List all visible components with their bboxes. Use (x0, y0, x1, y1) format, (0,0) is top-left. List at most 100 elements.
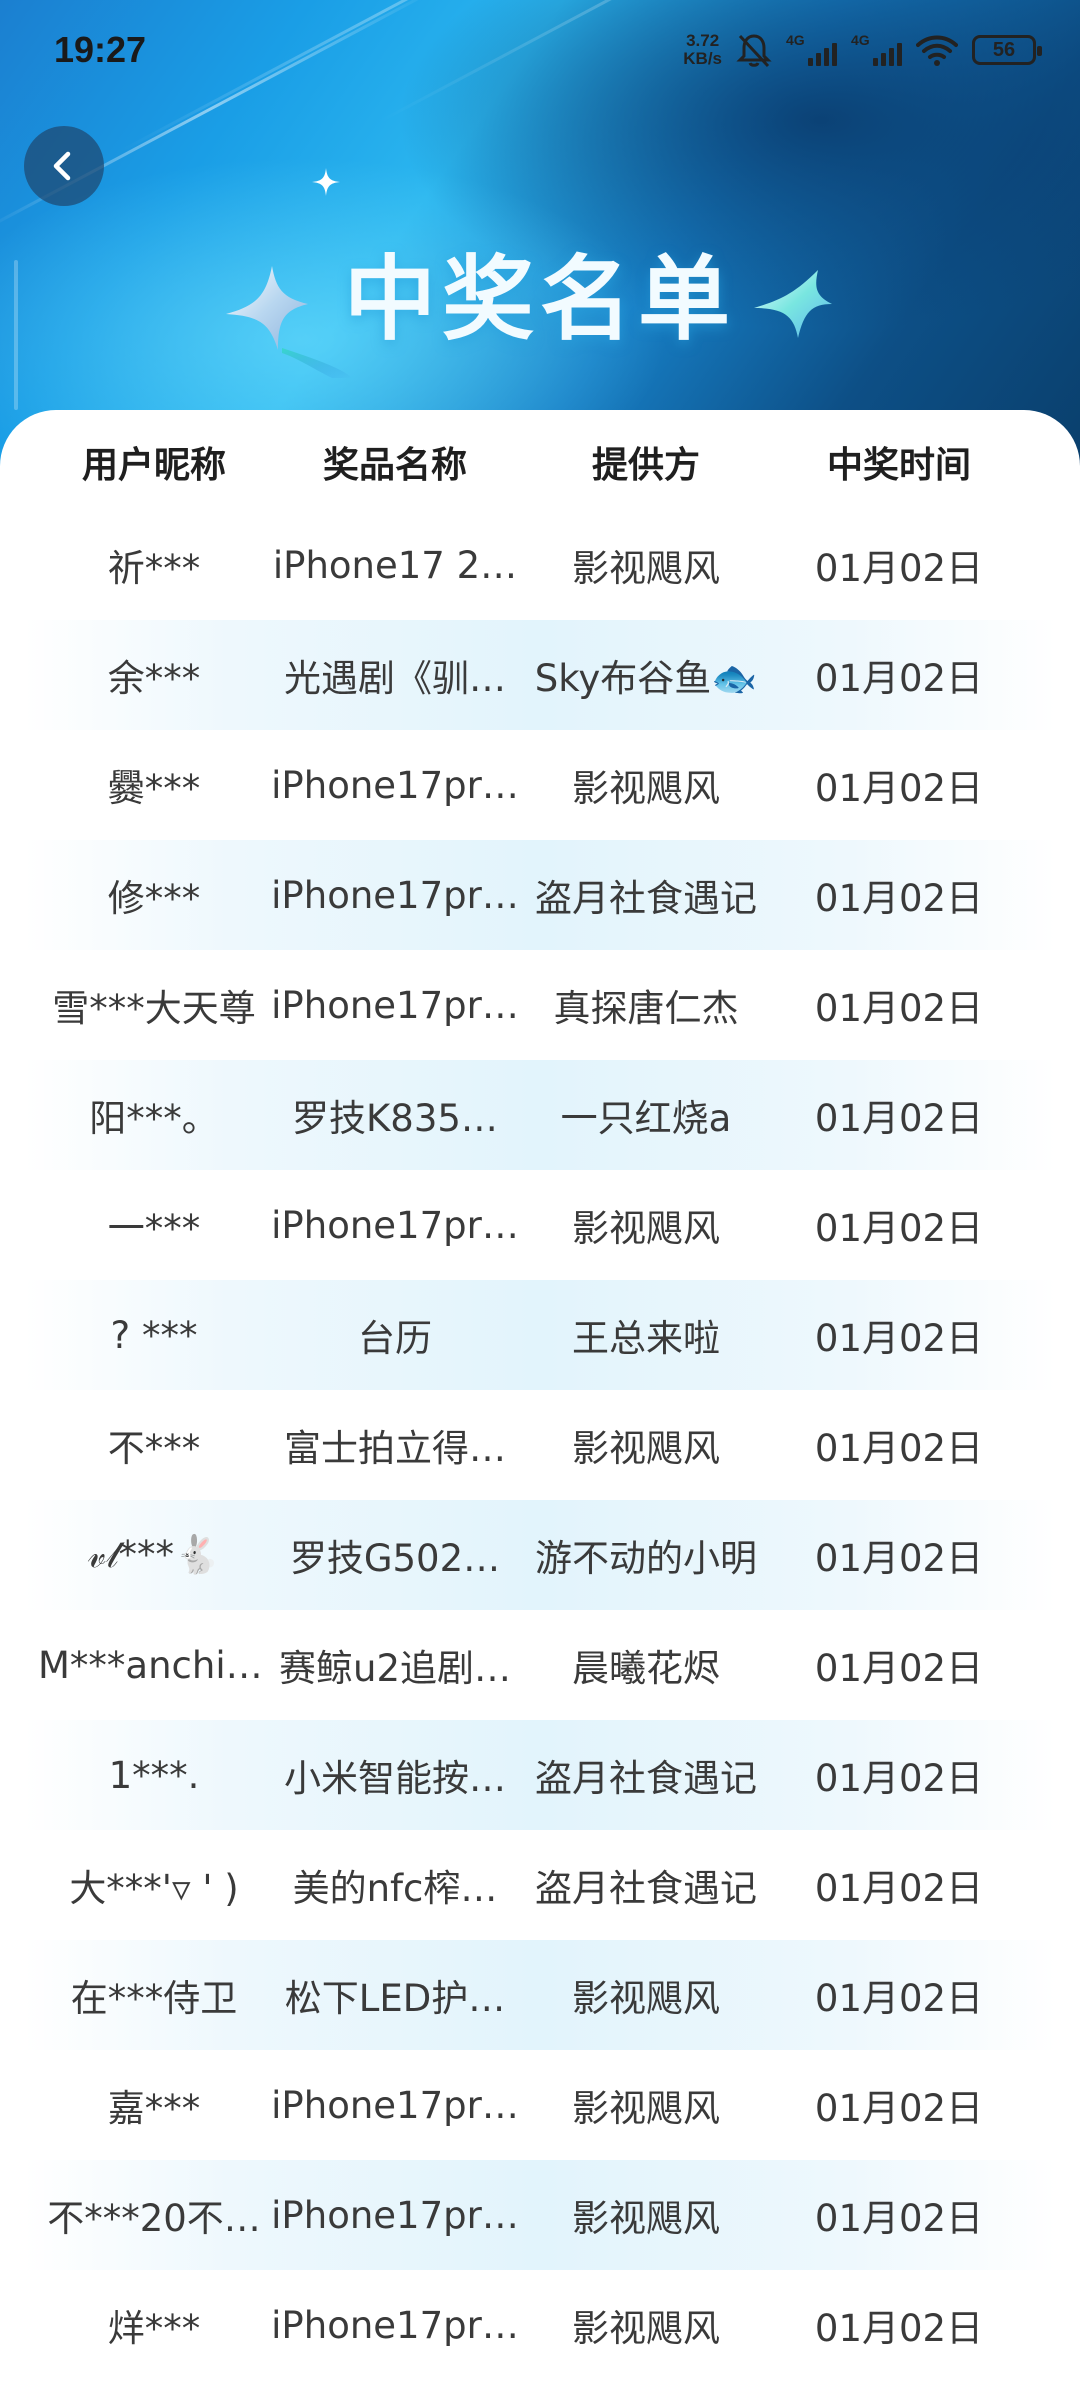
cell-provider: 一只红烧a (560, 1097, 732, 1140)
status-bar: 19:27 3.72 KB/s 4G 4G 56 (0, 0, 1080, 100)
cell-nickname: ? *** (110, 1313, 198, 1357)
table-row: 祈*** iPhone17 2… 影视飓风 01月02日 (24, 510, 1056, 620)
cell-nickname: 𝓋𝓁***🐇 (87, 1533, 221, 1576)
cell-provider: 影视飓风 (572, 2307, 720, 2350)
cell-time: 01月02日 (814, 1537, 984, 1580)
cell-provider: Sky布谷鱼🐟 (534, 657, 758, 700)
winners-table[interactable]: 祈*** iPhone17 2… 影视飓风 01月02日 余*** 光遇剧《驯…… (0, 510, 1080, 2380)
table-row: 阳***。 罗技K835… 一只红烧a 01月02日 (24, 1060, 1056, 1170)
column-header-nickname: 用户昵称 (81, 445, 226, 486)
table-row: 爨*** iPhone17pr… 影视飓风 01月02日 (24, 730, 1056, 840)
cell-prize: iPhone17pr… (271, 2303, 519, 2347)
cell-time: 01月02日 (814, 1757, 984, 1800)
network-speed: 3.72 KB/s (683, 32, 722, 68)
cell-nickname: 一*** (107, 1207, 201, 1250)
cell-prize: 美的nfc榨… (292, 1867, 498, 1910)
table-row: 一*** iPhone17pr… 影视飓风 01月02日 (24, 1170, 1056, 1280)
cell-time: 01月02日 (814, 2307, 984, 2350)
table-row: 1***. 小米智能按… 盗月社食遇记 01月02日 (24, 1720, 1056, 1830)
cell-time: 01月02日 (814, 2197, 984, 2240)
cell-provider: 晨曦花烬 (572, 1647, 720, 1690)
signal-type-label: 4G (851, 32, 870, 48)
cell-prize: iPhone17pr… (271, 2083, 519, 2127)
cell-time: 01月02日 (814, 1427, 984, 1470)
network-speed-unit: KB/s (683, 49, 722, 68)
cell-provider: 盗月社食遇记 (535, 877, 757, 920)
table-row: 𝓋𝓁***🐇 罗技G502… 游不动的小明 01月02日 (24, 1500, 1056, 1610)
column-header-provider: 提供方 (591, 445, 700, 486)
cell-time: 01月02日 (814, 1207, 984, 1250)
table-row: 大***'▿ ' ) 美的nfc榨… 盗月社食遇记 01月02日 (24, 1830, 1056, 1940)
signal-type-label: 4G (786, 32, 805, 48)
cell-provider: 影视飓风 (572, 547, 720, 590)
cell-prize: iPhone17 2… (272, 543, 518, 587)
cell-prize: iPhone17pr… (271, 2193, 519, 2237)
table-row: ? *** 台历 王总来啦 01月02日 (24, 1280, 1056, 1390)
cell-prize: iPhone17pr… (271, 763, 519, 807)
status-icons: 3.72 KB/s 4G 4G 56 (683, 32, 1042, 68)
cell-nickname: 烊*** (107, 2307, 201, 2350)
cell-time: 01月02日 (814, 1867, 984, 1910)
table-row: 修*** iPhone17pr… 盗月社食遇记 01月02日 (24, 840, 1056, 950)
table-row: 在***侍卫 松下LED护… 影视飓风 01月02日 (24, 1940, 1056, 2050)
signal-strength-icon: 4G (851, 32, 902, 66)
clock: 19:27 (54, 29, 147, 70)
cell-nickname: 阳***。 (89, 1097, 219, 1140)
cell-time: 01月02日 (814, 1647, 984, 1690)
cell-provider: 影视飓风 (572, 2197, 720, 2240)
cell-prize: iPhone17pr… (271, 1203, 519, 1247)
cell-prize: 富士拍立得… (284, 1427, 506, 1470)
table-row: 嘉*** iPhone17pr… 影视飓风 01月02日 (24, 2050, 1056, 2160)
battery-indicator: 56 (972, 35, 1042, 65)
cell-nickname: 1***. (108, 1753, 200, 1797)
column-header-prize: 奖品名称 (322, 445, 467, 486)
table-row: 不***20不… iPhone17pr… 影视飓风 01月02日 (24, 2160, 1056, 2270)
sparkle-star-icon (312, 168, 340, 196)
cell-time: 01月02日 (814, 657, 984, 700)
cell-nickname: 祈*** (107, 547, 201, 590)
cell-nickname: 修*** (107, 877, 201, 920)
back-button[interactable] (24, 126, 104, 206)
cell-time: 01月02日 (814, 767, 984, 810)
cell-provider: 影视飓风 (572, 1977, 720, 2020)
cell-provider: 盗月社食遇记 (535, 1867, 757, 1910)
chevron-left-icon (53, 151, 71, 181)
cell-prize: 赛鲸u2追剧… (279, 1647, 511, 1690)
cell-time: 01月02日 (814, 1317, 984, 1360)
table-row: M***anchiᵉ… 赛鲸u2追剧… 晨曦花烬 01月02日 (24, 1610, 1056, 1720)
cell-provider: 游不动的小明 (535, 1537, 757, 1580)
cell-nickname: 嘉*** (107, 2087, 201, 2130)
cell-time: 01月02日 (814, 1977, 984, 2020)
table-row: 不*** 富士拍立得… 影视飓风 01月02日 (24, 1390, 1056, 1500)
network-speed-value: 3.72 (686, 31, 720, 50)
cell-prize: iPhone17pr… (271, 983, 519, 1027)
cell-provider: 王总来啦 (572, 1317, 720, 1360)
cell-nickname: 不*** (107, 1427, 201, 1470)
cell-time: 01月02日 (814, 547, 984, 590)
cell-nickname: 大***'▿ ' ) (69, 1867, 239, 1910)
signal-strength-icon: 4G (786, 32, 837, 66)
cell-time: 01月02日 (814, 2087, 984, 2130)
cell-nickname: 雪***大天尊 (52, 987, 256, 1030)
cell-prize: 罗技G502… (289, 1537, 501, 1580)
cell-nickname: 爨*** (107, 767, 201, 810)
table-row: 余*** 光遇剧《驯… Sky布谷鱼🐟 01月02日 (24, 620, 1056, 730)
cell-provider: 影视飓风 (572, 2087, 720, 2130)
winners-list-card: 用户昵称 奖品名称 提供方 中奖时间 祈*** iPhone17 2… 影视飓风… (0, 410, 1080, 2400)
screen: 中奖名单 19:27 3.72 KB/s 4G 4G 56 用户昵称 奖品名称 … (0, 0, 1080, 2400)
cell-nickname: M***anchiᵉ… (38, 1643, 270, 1687)
cell-time: 01月02日 (814, 877, 984, 920)
cell-prize: 松下LED护… (284, 1977, 506, 2020)
cell-time: 01月02日 (814, 987, 984, 1030)
cell-provider: 盗月社食遇记 (535, 1757, 757, 1800)
column-header-time: 中奖时间 (826, 445, 971, 486)
wifi-icon (916, 35, 958, 66)
cell-nickname: 余*** (107, 657, 201, 700)
page-title: 中奖名单 (343, 246, 736, 353)
cell-nickname: 在***侍卫 (70, 1977, 238, 2020)
table-row: 雪***大天尊 iPhone17pr… 真探唐仁杰 01月02日 (24, 950, 1056, 1060)
cell-time: 01月02日 (814, 1097, 984, 1140)
cell-prize: 光遇剧《驯… (284, 657, 506, 700)
cell-provider: 影视飓风 (572, 1207, 720, 1250)
cell-provider: 影视飓风 (572, 767, 720, 810)
